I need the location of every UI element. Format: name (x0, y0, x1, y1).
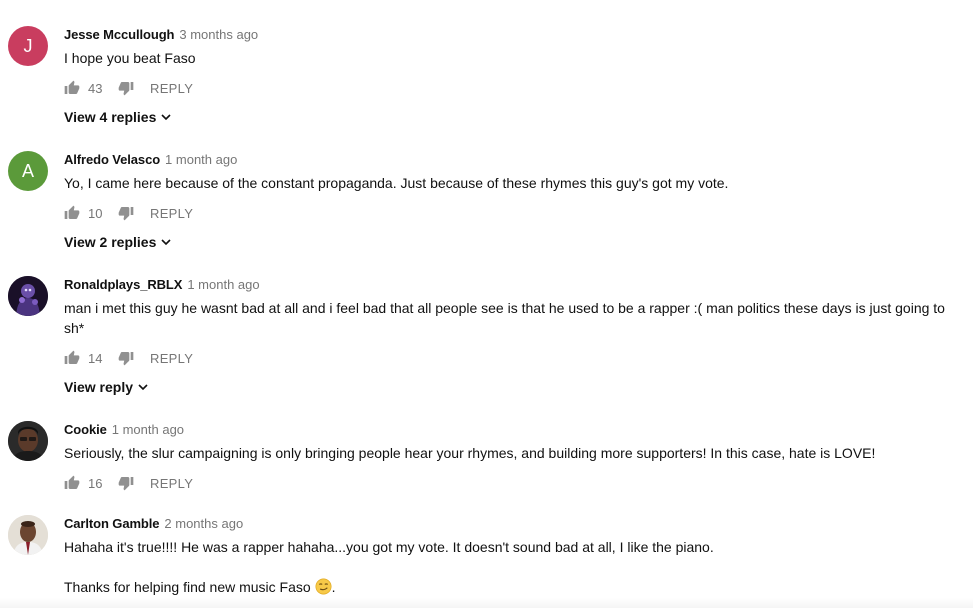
comment-time[interactable]: 1 month ago (187, 277, 259, 292)
thumb-up-icon[interactable] (64, 350, 80, 366)
avatar[interactable] (8, 276, 48, 316)
thumb-down-icon[interactable] (118, 205, 134, 221)
avatar[interactable] (8, 515, 48, 555)
view-replies-button[interactable]: View reply (64, 379, 148, 395)
avatar-letter: A (21, 160, 34, 181)
comment-text: Yo, I came here because of the constant … (64, 175, 729, 191)
avatar-letter: J (23, 35, 33, 56)
reply-button[interactable]: REPLY (150, 81, 193, 96)
comment-author[interactable]: Jesse Mccullough (64, 27, 174, 42)
thumb-up-icon[interactable] (64, 475, 80, 491)
smirk-emoji (315, 578, 332, 595)
like-count: 14 (88, 350, 103, 366)
comments-section: J Jesse Mccullough 3 months ago I hope yo… (0, 0, 973, 608)
chevron-down-icon (161, 238, 171, 246)
comment-text: I hope you beat Faso (64, 50, 196, 66)
reply-button[interactable]: REPLY (150, 206, 193, 221)
comment-time[interactable]: 2 months ago (164, 516, 243, 531)
thumb-up-icon[interactable] (64, 205, 80, 221)
chevron-down-icon (161, 113, 171, 121)
reply-button[interactable]: REPLY (150, 476, 193, 491)
thumb-up-icon[interactable] (64, 80, 80, 96)
comment-text: Seriously, the slur campaigning is only … (64, 445, 876, 461)
scroll-fade (0, 598, 973, 608)
thumb-down-icon[interactable] (118, 80, 134, 96)
avatar-image (8, 515, 48, 555)
view-replies-label: View 4 replies (64, 109, 157, 125)
view-replies-button[interactable]: View 2 replies (64, 234, 171, 250)
comment-author[interactable]: Alfredo Velasco (64, 152, 160, 167)
like-count: 16 (88, 475, 103, 491)
chevron-down-icon (138, 383, 148, 391)
avatar[interactable]: J (8, 26, 48, 66)
comment-time[interactable]: 1 month ago (112, 422, 184, 437)
like-count: 10 (88, 205, 103, 221)
comment-author[interactable]: Ronaldplays_RBLX (64, 277, 182, 292)
avatar[interactable]: A (8, 151, 48, 191)
comment-time[interactable]: 3 months ago (179, 27, 258, 42)
comment-author[interactable]: Cookie (64, 422, 107, 437)
comment-text: man i met this guy he wasnt bad at all a… (64, 300, 945, 336)
comment-text-line: Thanks for helping find new music Faso . (64, 577, 959, 597)
avatar-image (8, 276, 48, 316)
avatar-image (8, 421, 48, 461)
avatar[interactable] (8, 421, 48, 461)
comment-text-line: Hahaha it's true!!!! He was a rapper hah… (64, 539, 714, 555)
thumb-down-icon[interactable] (118, 475, 134, 491)
comment-time[interactable]: 1 month ago (165, 152, 237, 167)
reply-button[interactable]: REPLY (150, 351, 193, 366)
like-count: 43 (88, 80, 103, 96)
comment-text: Hahaha it's true!!!! He was a rapper hah… (64, 537, 959, 597)
view-replies-label: View 2 replies (64, 234, 157, 250)
comment-text-segment: . (331, 579, 336, 595)
comment-author[interactable]: Carlton Gamble (64, 516, 160, 531)
comment-text-segment: Thanks for helping find new music Faso (64, 579, 311, 595)
thumb-down-icon[interactable] (118, 350, 134, 366)
view-replies-label: View reply (64, 379, 134, 395)
view-replies-button[interactable]: View 4 replies (64, 109, 171, 125)
